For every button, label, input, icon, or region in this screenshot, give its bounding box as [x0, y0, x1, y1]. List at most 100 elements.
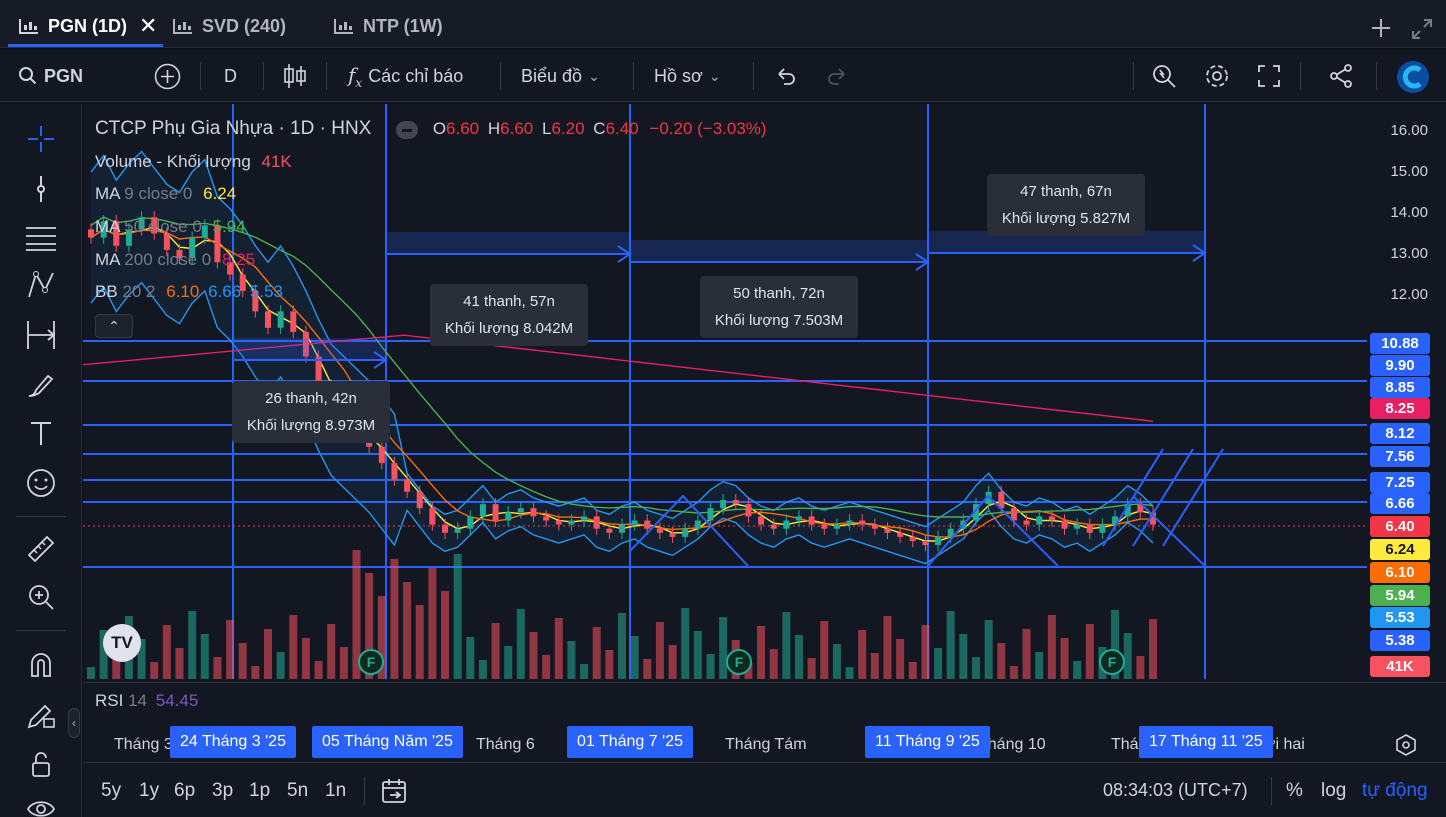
price-badge: 6.24: [1370, 539, 1430, 560]
tab-svd[interactable]: SVD (240): [172, 8, 286, 44]
emoji-tool[interactable]: [22, 464, 60, 502]
compare-add-icon[interactable]: [154, 63, 181, 90]
candle-body: [884, 528, 891, 533]
volume-bar: [807, 658, 816, 679]
event-marker[interactable]: F: [1099, 649, 1125, 675]
candle-body: [631, 520, 638, 525]
redo-icon[interactable]: [826, 65, 848, 87]
candle-body: [1023, 520, 1030, 525]
collapse-toolbar-button[interactable]: ‹: [68, 708, 80, 738]
close-tab-icon[interactable]: ✕: [139, 13, 157, 39]
range-6m[interactable]: 6p: [174, 763, 195, 817]
price-badge: 6.40: [1370, 516, 1430, 537]
axis-settings-icon[interactable]: [1395, 734, 1417, 756]
volume-bar: [1060, 638, 1069, 679]
volume-bar: [453, 554, 462, 679]
vertical-line-tool[interactable]: [22, 170, 60, 208]
volume-bar: [630, 636, 639, 679]
log-toggle[interactable]: log: [1321, 763, 1346, 817]
measure-bars: 47 thanh, 67n: [1020, 183, 1112, 200]
auto-scale-toggle[interactable]: tự động: [1362, 763, 1428, 817]
bb-label: BB: [95, 282, 118, 301]
tab-label: NTP (1W): [363, 15, 443, 36]
tab-pgn[interactable]: PGN (1D) ✕: [18, 8, 157, 44]
legend-toggle-icon[interactable]: [396, 120, 419, 139]
range-1m[interactable]: 1p: [249, 763, 270, 817]
candle-body: [378, 446, 385, 464]
volume-bar: [959, 634, 968, 679]
tab-ntp[interactable]: NTP (1W): [333, 8, 443, 44]
tradingview-logo[interactable]: TV: [103, 624, 141, 662]
indicators-button[interactable]: fx Các chỉ báo: [348, 50, 463, 102]
time-tick: Tháng 6: [476, 736, 535, 753]
horizontal-lines-tool[interactable]: [22, 218, 60, 256]
measure-range-tool[interactable]: [22, 316, 60, 354]
range-5d[interactable]: 5n: [287, 763, 308, 817]
calendar-goto-icon[interactable]: [380, 777, 408, 805]
add-tab-icon[interactable]: [1370, 17, 1392, 39]
volume-bar: [693, 631, 702, 679]
legend-ma9-row[interactable]: MA 9 close 0 6.24: [95, 184, 236, 204]
legend-ma50-row[interactable]: MA 50 close 0 5.94: [95, 217, 246, 237]
range-5y[interactable]: 5y: [101, 763, 121, 817]
brand-logo-icon[interactable]: [1396, 60, 1430, 94]
legend-collapse-button[interactable]: ⌃: [95, 314, 133, 338]
event-marker[interactable]: F: [358, 649, 384, 675]
legend-bb-row[interactable]: BB 20 2 6.10 6.66 5.53: [95, 282, 283, 302]
clock-timezone[interactable]: 08:34:03 (UTC+7): [1103, 763, 1248, 817]
rsi-label: RSI: [95, 691, 124, 710]
measure-volume: Khối lượng 7.503M: [714, 312, 844, 329]
undo-icon[interactable]: [775, 65, 797, 87]
expand-icon[interactable]: [1410, 17, 1434, 41]
gear-icon[interactable]: [1203, 62, 1231, 90]
zoom-tool[interactable]: [22, 578, 60, 616]
candle-body: [391, 463, 398, 480]
share-icon[interactable]: [1328, 63, 1354, 89]
ma200-value: 8.25: [221, 250, 256, 269]
volume-bar: [643, 659, 652, 679]
candle-body: [682, 528, 689, 537]
pane-divider[interactable]: [83, 682, 1446, 683]
range-3m[interactable]: 3p: [212, 763, 233, 817]
profile-label: Hồ sơ: [654, 65, 703, 86]
close-value: 6.40: [605, 119, 639, 138]
volume-bar: [921, 625, 930, 679]
time-axis[interactable]: Tháng 3 Tháng 6 Tháng Tám Tháng 10 Thá ờ…: [83, 724, 1446, 764]
text-tool[interactable]: [22, 414, 60, 452]
ruler-tool[interactable]: [22, 530, 60, 568]
draw-lock-tool[interactable]: [22, 696, 60, 734]
legend-ma200-row[interactable]: MA 200 close 0 8.25: [95, 250, 255, 270]
crosshair-tool[interactable]: [22, 120, 60, 158]
candle-body: [669, 532, 676, 537]
interval-button[interactable]: D: [224, 50, 237, 102]
time-marker-badge: 24 Tháng 3 '25: [170, 726, 296, 758]
brush-tool[interactable]: [22, 366, 60, 404]
range-1y[interactable]: 1y: [139, 763, 159, 817]
profile-dropdown[interactable]: Hồ sơ ⌄: [654, 50, 721, 102]
event-marker[interactable]: F: [726, 649, 752, 675]
legend-title: CTCP Phụ Gia Nhựa · 1D · HNX: [95, 118, 372, 139]
visibility-tool[interactable]: [22, 790, 60, 817]
ruler-icon: [27, 535, 55, 563]
legend-volume-row[interactable]: Volume - Khối lượng 41K: [95, 152, 292, 172]
alert-search-icon[interactable]: [1151, 63, 1177, 89]
brush-icon: [28, 374, 54, 397]
chart-pane[interactable]: CTCP Phụ Gia Nhựa · 1D · HNX O6.60 H6.60…: [83, 104, 1446, 817]
lock-tool[interactable]: [22, 746, 60, 784]
candle-style-icon[interactable]: [283, 62, 307, 90]
price-badge: 5.94: [1370, 585, 1430, 606]
rsi-legend[interactable]: RSI 14 54.45: [95, 691, 198, 711]
fullscreen-icon[interactable]: [1257, 64, 1281, 88]
volume-bar: [441, 591, 449, 679]
percent-toggle[interactable]: %: [1286, 763, 1303, 817]
open-value: 6.60: [446, 119, 480, 138]
magnet-tool[interactable]: [22, 646, 60, 684]
pattern-tool[interactable]: [22, 266, 60, 304]
emoji-icon: [27, 469, 55, 497]
range-1d[interactable]: 1n: [325, 763, 346, 817]
volume-bar: [567, 641, 576, 679]
range-shade: [386, 232, 630, 254]
chart-type-dropdown[interactable]: Biểu đồ ⌄: [521, 50, 600, 102]
low-value: 6.20: [551, 119, 585, 138]
symbol-search[interactable]: PGN: [18, 50, 83, 102]
